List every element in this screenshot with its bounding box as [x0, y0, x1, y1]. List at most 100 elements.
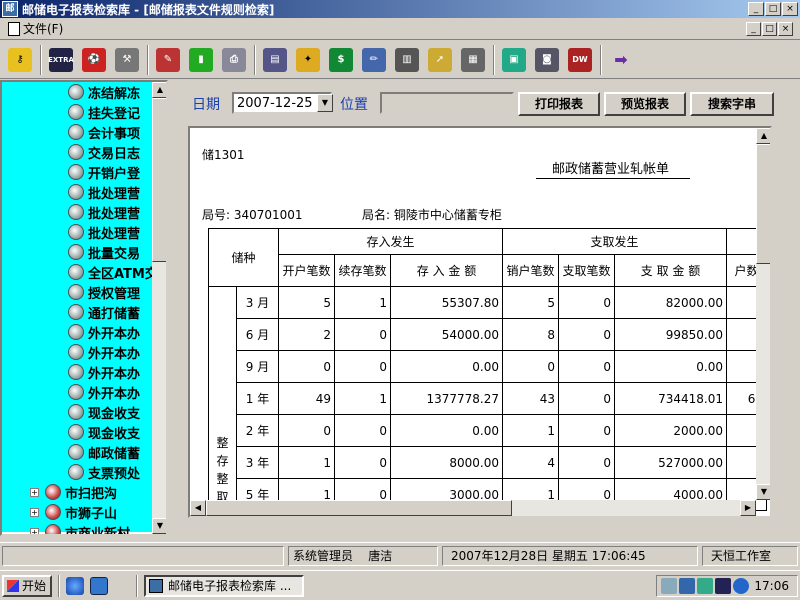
tree-item[interactable]: 批处理营 [68, 182, 152, 202]
notes-icon[interactable]: ✎ [152, 44, 184, 76]
windows-flag-icon [7, 580, 19, 592]
money-icon[interactable]: $ [325, 44, 357, 76]
cell-dep-amt: 8000.00 [390, 446, 503, 479]
report-node-icon [68, 324, 84, 340]
book-icon[interactable]: ▥ [391, 44, 423, 76]
scroll-down-icon[interactable]: ▼ [756, 484, 770, 500]
preview-report-button[interactable]: 预览报表 [604, 92, 686, 116]
bee-icon[interactable]: ✦ [292, 44, 324, 76]
tree-item[interactable]: 外开本办 [68, 322, 152, 342]
tree-item[interactable]: 冻结解冻 [68, 82, 152, 102]
report-node-icon [68, 104, 84, 120]
tree-item[interactable]: 现金收支 [68, 422, 152, 442]
bureau-number: 局号: 340701001 [202, 208, 303, 222]
chevron-down-icon[interactable]: ▼ [317, 94, 333, 112]
table-row: 6 月2054000.008099850.003 [209, 318, 767, 351]
tree-item[interactable]: 批处理营 [68, 222, 152, 242]
cell-term: 3 月 [236, 286, 279, 319]
position-input[interactable] [380, 92, 514, 114]
network-icon[interactable] [679, 578, 695, 594]
pencil-icon[interactable]: ✏ [358, 44, 390, 76]
tree-item[interactable]: 外开本办 [68, 382, 152, 402]
start-button[interactable]: 开始 [2, 575, 52, 597]
position-label: 位置 [340, 97, 368, 113]
report-vscroll-thumb[interactable] [756, 144, 770, 264]
report-horizontal-scrollbar[interactable]: ◀ ▶ [190, 500, 756, 516]
desktop-icon[interactable] [90, 577, 108, 595]
search-string-button[interactable]: 搜索字串 [690, 92, 774, 116]
tree-item-label: 冻结解冻 [88, 86, 141, 102]
tree-item[interactable]: 交易日志 [68, 142, 152, 162]
extra-icon[interactable]: EXTRA [45, 44, 77, 76]
expand-icon[interactable]: + [30, 507, 39, 517]
chart-icon[interactable]: ▮ [185, 44, 217, 76]
cards-icon[interactable]: ▤ [259, 44, 291, 76]
tree-item[interactable]: 挂失登记 [68, 102, 152, 122]
tree-folder[interactable]: + 市商业新村 [30, 522, 152, 534]
tree-item[interactable]: 全区ATM交 [68, 262, 152, 282]
export-icon[interactable]: ➚ [424, 44, 456, 76]
calculator-icon[interactable]: ▦ [457, 44, 489, 76]
child-restore-icon[interactable]: □ [762, 22, 777, 36]
cell-dep-amt: 0.00 [390, 350, 503, 383]
scroll-down-icon[interactable]: ▼ [152, 518, 166, 534]
tree-item[interactable]: 批处理营 [68, 202, 152, 222]
report-hscroll-thumb[interactable] [206, 500, 512, 516]
tree-vertical-scrollbar[interactable]: ▲ ▼ [152, 82, 166, 534]
cell-open: 1 [278, 446, 335, 479]
monitor-icon[interactable] [697, 578, 713, 594]
minimize-icon[interactable]: _ [748, 2, 764, 16]
dw-icon[interactable]: DW [564, 44, 596, 76]
scroll-up-icon[interactable]: ▲ [152, 82, 166, 98]
child-minimize-icon[interactable]: _ [746, 22, 761, 36]
tree-scroll-thumb[interactable] [152, 98, 166, 262]
tree-item[interactable]: 通打储蓄 [68, 302, 152, 322]
report-node-icon [68, 304, 84, 320]
tree-item[interactable]: 会计事项 [68, 122, 152, 142]
sport-icon[interactable]: ⚽ [78, 44, 110, 76]
tools-icon[interactable]: ⚒ [111, 44, 143, 76]
toolbar-separator [493, 44, 495, 75]
report-vertical-scrollbar[interactable]: ▲ ▼ [756, 128, 770, 500]
child-close-icon[interactable]: × [778, 22, 793, 36]
printer-icon[interactable]: ⎙ [218, 44, 250, 76]
taskbar-app-button[interactable]: 邮储电子报表检索库 ... [144, 575, 304, 597]
window-titlebar[interactable]: 邮 邮储电子报表检索库 - [邮储报表文件规则检索] _ □ × [0, 0, 800, 18]
cell-term: 9 月 [236, 350, 279, 383]
scroll-left-icon[interactable]: ◀ [190, 500, 206, 516]
menu-file[interactable]: 文件(F) [4, 19, 67, 38]
tree-item[interactable]: 开销户登 [68, 162, 152, 182]
scroll-right-icon[interactable]: ▶ [740, 500, 756, 516]
cell-open: 0 [278, 414, 335, 447]
ie-icon[interactable] [66, 577, 84, 595]
maximize-icon[interactable]: □ [765, 2, 781, 16]
close-icon[interactable]: × [782, 2, 798, 16]
cell-open: 2 [278, 318, 335, 351]
tree-item-label: 外开本办 [88, 386, 141, 402]
disk-icon[interactable]: ◙ [531, 44, 563, 76]
tree-item[interactable]: 批量交易 [68, 242, 152, 262]
tray-app-icon[interactable] [715, 578, 731, 594]
report-node-icon [68, 144, 84, 160]
calendar-icon[interactable]: ▣ [498, 44, 530, 76]
tree-item[interactable]: 现金收支 [68, 402, 152, 422]
table-row: 整存整取3 月5155307.805082000.002 [208, 286, 767, 511]
tree-item[interactable]: 外开本办 [68, 342, 152, 362]
tree-item[interactable]: 授权管理 [68, 282, 152, 302]
expand-icon[interactable]: + [30, 487, 39, 497]
tree-item-label: 全区ATM交 [88, 266, 152, 282]
tree-folder-label: 市狮子山 [65, 506, 118, 522]
key-icon[interactable]: ⚷ [4, 44, 36, 76]
arrow-icon[interactable]: ➡ [605, 44, 637, 76]
print-report-button[interactable]: 打印报表 [518, 92, 600, 116]
volume-icon[interactable] [661, 578, 677, 594]
expand-icon[interactable]: + [30, 527, 39, 534]
scroll-up-icon[interactable]: ▲ [756, 128, 770, 144]
tree-item[interactable]: 邮政储蓄 [68, 442, 152, 462]
tree-item-label: 现金收支 [88, 426, 141, 442]
language-icon[interactable] [733, 578, 749, 594]
tree-folder[interactable]: + 市扫把沟 [30, 482, 152, 502]
tree-folder[interactable]: + 市狮子山 [30, 502, 152, 522]
tree-item[interactable]: 支票预处 [68, 462, 152, 482]
tree-item[interactable]: 外开本办 [68, 362, 152, 382]
